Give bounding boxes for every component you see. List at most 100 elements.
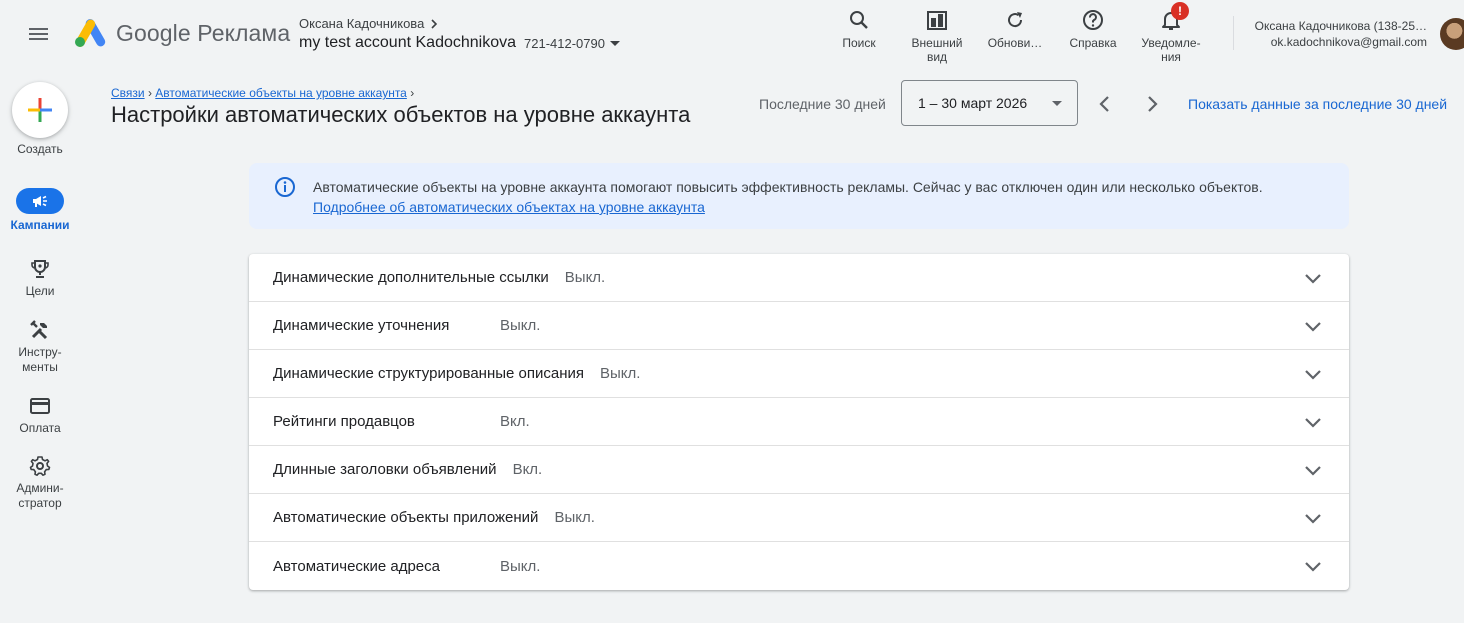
refresh-label: Обнови… [987,36,1043,50]
setting-row-app-assets[interactable]: Автоматические объекты приложений Выкл. [249,494,1349,542]
info-icon [273,175,297,199]
learn-more-link[interactable]: Подробнее об автоматических объектах на … [313,199,705,215]
breadcrumb-link-auto-assets[interactable]: Автоматические объекты на уровне аккаунт… [155,86,407,100]
breadcrumb-separator: › [147,86,152,100]
chevron-down-icon [1305,274,1321,284]
search-label: Поиск [842,36,876,50]
create-label: Создать [17,142,63,156]
setting-status: Выкл. [500,317,541,334]
previous-period-button[interactable] [1093,92,1117,116]
setting-name: Динамические уточнения [273,317,450,334]
sidebar-item-label: Цели [25,284,55,298]
setting-status: Выкл. [554,509,595,526]
setting-status: Вкл. [512,461,543,478]
appearance-label: Внешний вид [911,36,963,64]
sidebar-item-label: Инстру- менты [18,345,62,374]
setting-name: Динамические дополнительные ссылки [273,269,549,286]
show-last-30-days-link[interactable]: Показать данные за последние 30 дней [1188,96,1447,112]
sidebar-item-tools[interactable]: Инстру- менты [0,319,80,375]
refresh-icon [1003,8,1027,32]
setting-row-dynamic-sitelinks[interactable]: Динамические дополнительные ссылки Выкл. [249,254,1349,302]
setting-row-dynamic-callouts[interactable]: Динамические уточнения Выкл. [249,302,1349,350]
caret-down-icon [609,41,620,46]
setting-status: Выкл. [600,365,641,382]
notification-badge: ! [1171,2,1189,20]
appearance-button[interactable]: Внешний вид [898,8,976,64]
next-period-button[interactable] [1140,92,1164,116]
megaphone-icon [33,195,47,207]
notifications-button[interactable]: ! Уведомле- ния [1132,2,1210,64]
setting-row-dynamic-structured-snippets[interactable]: Динамические структурированные описания … [249,350,1349,398]
sidebar-item-admin[interactable]: Админи- стратор [0,455,80,511]
breadcrumb: Связи › Автоматические объекты на уровне… [111,86,414,100]
chevron-down-icon [1305,370,1321,380]
setting-status: Выкл. [564,269,606,286]
help-label: Справка [1069,36,1117,50]
breadcrumb-link-connections[interactable]: Связи [111,86,145,100]
account-id: 721-412-0790 [524,35,605,51]
user-name: Оксана Кадочникова (138-25… [1254,19,1427,33]
notifications-icon: ! [1159,2,1189,32]
logo-product-text: Реклама [197,19,291,46]
user-info[interactable]: Оксана Кадочникова (138-25… ok.kadochnik… [1255,18,1427,50]
setting-row-auto-locations[interactable]: Автоматические адреса Выкл. [249,542,1349,590]
create-button[interactable] [12,82,68,138]
chevron-left-icon [1099,96,1109,112]
setting-name: Динамические структурированные описания [273,365,584,382]
setting-status: Выкл. [500,557,541,575]
account-switcher[interactable]: Оксана Кадочникова my test account Kadoc… [299,16,625,53]
plus-icon [28,98,52,122]
account-name: my test account Kadochnikova [299,34,517,51]
refresh-button[interactable]: Обнови… [976,8,1054,64]
date-range-label: Последние 30 дней [759,96,886,112]
trophy-icon [31,260,49,278]
setting-name: Рейтинги продавцов [273,413,415,430]
hamburger-icon [29,28,48,40]
setting-name: Автоматические адреса [273,557,440,575]
header-divider [1233,16,1234,50]
caret-down-icon [1052,101,1062,106]
chevron-down-icon [1305,514,1321,524]
banner-message: Автоматические объекты на уровне аккаунт… [313,179,1263,195]
setting-name: Автоматические объекты приложений [273,509,539,526]
setting-row-long-headlines[interactable]: Длинные заголовки объявлений Вкл. [249,446,1349,494]
sidebar-item-billing[interactable]: Оплата [0,395,80,436]
account-owner: Оксана Кадочникова [299,16,425,31]
chevron-down-icon [1305,562,1321,572]
appearance-icon [925,8,949,32]
google-ads-logo[interactable]: Google Реклама [74,18,290,48]
setting-name: Длинные заголовки объявлений [273,461,497,478]
auto-assets-settings-list: Динамические дополнительные ссылки Выкл.… [249,254,1349,590]
chevron-down-icon [1305,322,1321,332]
sidebar-item-goals[interactable]: Цели [0,258,80,299]
sidebar-item-campaigns[interactable]: Кампании [0,188,80,233]
search-icon [847,8,871,32]
user-email: ok.kadochnikova@gmail.com [1270,35,1427,49]
help-icon [1081,8,1105,32]
logo-google-text: Google [116,19,191,46]
chevron-down-icon [1305,466,1321,476]
sidebar-item-label: Оплата [19,421,61,435]
page-title: Настройки автоматических объектов на уро… [111,102,691,127]
gear-icon [29,456,51,476]
notifications-label: Уведомле- ния [1141,36,1201,64]
avatar[interactable] [1440,18,1464,50]
setting-status: Вкл. [500,413,530,430]
main-menu-button[interactable] [26,24,52,44]
credit-card-icon [30,398,50,414]
sidebar-item-label: Админи- стратор [16,481,64,510]
chevron-right-icon [1148,96,1158,112]
date-range-value: 1 – 30 март 2026 [918,95,1028,111]
date-range-select[interactable]: 1 – 30 март 2026 [901,80,1078,126]
breadcrumb-separator: › [410,86,415,100]
chevron-right-icon [431,18,438,29]
tools-icon [30,320,48,340]
sidebar-item-label: Кампании [10,218,70,232]
top-actions: Поиск Внешний вид Обнови… Справка ! Увед… [820,2,1210,64]
help-button[interactable]: Справка [1054,8,1132,64]
info-banner: Автоматические объекты на уровне аккаунт… [249,163,1349,229]
search-button[interactable]: Поиск [820,8,898,64]
chevron-down-icon [1305,418,1321,428]
google-ads-logo-icon [75,19,106,47]
setting-row-seller-ratings[interactable]: Рейтинги продавцов Вкл. [249,398,1349,446]
